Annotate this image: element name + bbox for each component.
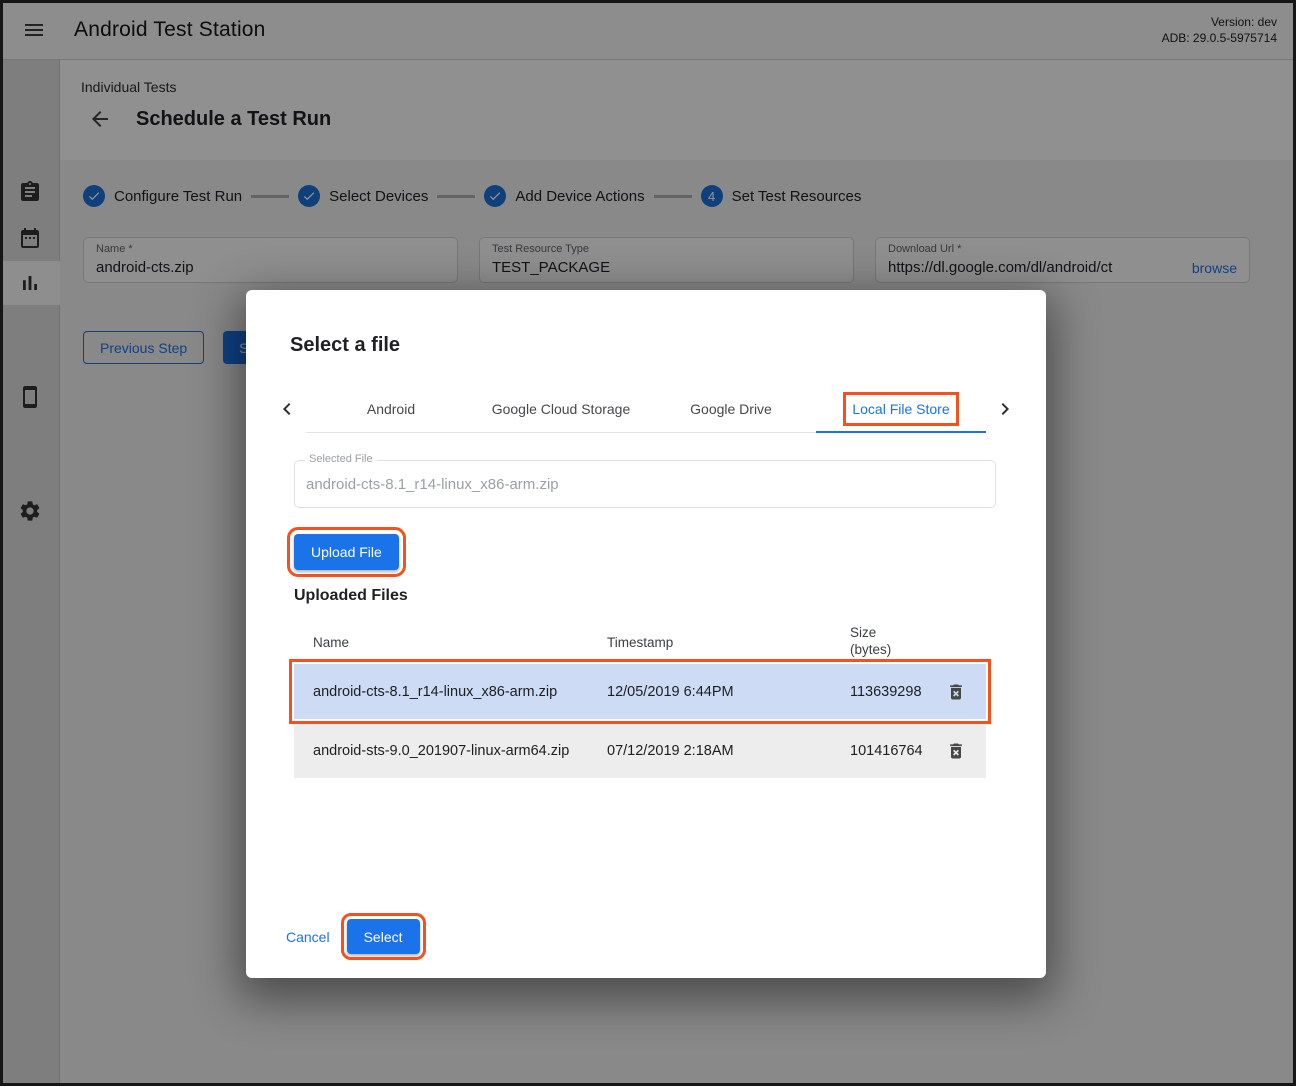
selected-file-value: android-cts-8.1_r14-linux_x86-arm.zip — [306, 461, 984, 507]
tab-local-file-store[interactable]: Local File Store — [816, 385, 986, 432]
delete-file-button[interactable] — [942, 737, 970, 765]
tab-android[interactable]: Android — [306, 385, 476, 432]
dialog-tab-bar: Android Google Cloud Storage Google Driv… — [268, 385, 1024, 433]
column-header-name: Name — [294, 635, 607, 650]
column-header-size: Size (bytes) — [850, 625, 926, 659]
size-cell: 113639298 — [850, 684, 926, 700]
screen: Android Test Station Version: dev ADB: 2… — [0, 0, 1296, 1086]
uploaded-files-title: Uploaded Files — [294, 587, 408, 605]
cancel-button[interactable]: Cancel — [286, 929, 330, 945]
dialog-title: Select a file — [290, 334, 400, 357]
chevron-left-icon — [275, 397, 299, 421]
tab-label: Google Cloud Storage — [492, 401, 631, 417]
trash-icon — [946, 682, 966, 702]
upload-file-button[interactable]: Upload File — [294, 534, 399, 570]
trash-icon — [946, 741, 966, 761]
column-header-timestamp: Timestamp — [607, 635, 850, 650]
file-name-cell: android-cts-8.1_r14-linux_x86-arm.zip — [294, 684, 607, 700]
delete-file-button[interactable] — [942, 678, 970, 706]
select-button[interactable]: Select — [347, 919, 420, 954]
timestamp-cell: 07/12/2019 2:18AM — [607, 743, 850, 759]
tab-label: Android — [367, 401, 415, 417]
table-row[interactable]: android-sts-9.0_201907-linux-arm64.zip 0… — [294, 723, 986, 778]
tab-google-cloud-storage[interactable]: Google Cloud Storage — [476, 385, 646, 432]
table-header-row: Name Timestamp Size (bytes) — [294, 620, 986, 664]
size-cell: 101416764 — [850, 743, 926, 759]
tabs-scroll-left-button[interactable] — [268, 385, 306, 433]
tab-google-drive[interactable]: Google Drive — [646, 385, 816, 432]
table-row[interactable]: android-cts-8.1_r14-linux_x86-arm.zip 12… — [294, 664, 986, 719]
tabs: Android Google Cloud Storage Google Driv… — [306, 385, 986, 433]
selected-file-field[interactable]: Selected File android-cts-8.1_r14-linux_… — [294, 460, 996, 508]
select-file-dialog: Select a file Android Google Cloud Stora… — [246, 290, 1046, 978]
tabs-scroll-right-button[interactable] — [986, 385, 1024, 433]
dialog-footer: Cancel Select — [286, 919, 420, 954]
tab-label: Google Drive — [690, 401, 772, 417]
chevron-right-icon — [993, 397, 1017, 421]
timestamp-cell: 12/05/2019 6:44PM — [607, 684, 850, 700]
file-name-cell: android-sts-9.0_201907-linux-arm64.zip — [294, 743, 607, 759]
uploaded-files-table: Name Timestamp Size (bytes) android-cts-… — [294, 620, 986, 782]
tab-label: Local File Store — [852, 401, 949, 417]
